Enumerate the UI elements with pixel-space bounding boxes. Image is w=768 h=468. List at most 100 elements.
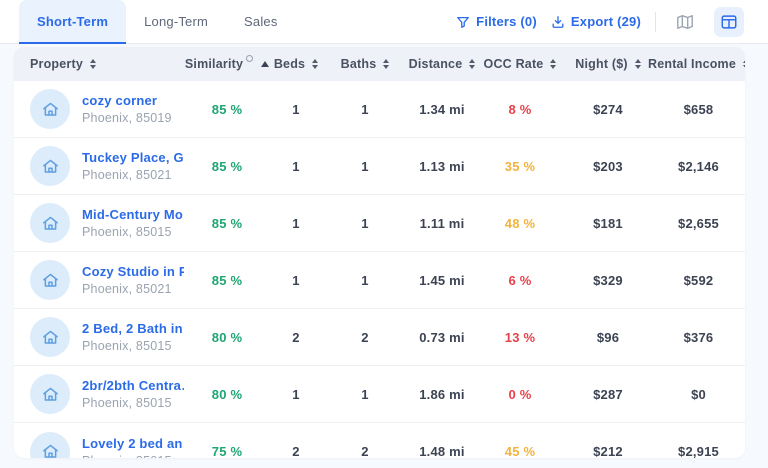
property-location: Phoenix, 85015 — [82, 225, 184, 239]
table-row[interactable]: Tuckey Place, Gr… Phoenix, 85021 85 % 1 … — [14, 138, 745, 195]
home-icon — [41, 385, 60, 404]
column-header-similarity[interactable]: Similarity — [184, 57, 270, 71]
property-name-link[interactable]: Cozy Studio in P… — [82, 264, 184, 279]
column-header-beds[interactable]: Beds — [270, 57, 322, 71]
table-row[interactable]: Lovely 2 bed an… Phoenix, 85015 75 % 2 2… — [14, 423, 745, 458]
property-name-link[interactable]: 2 Bed, 2 Bath in … — [82, 321, 184, 336]
baths-value: 1 — [322, 159, 408, 174]
distance-value: 1.34 mi — [408, 102, 476, 117]
tab-bar: Short-Term Long-Term Sales Filters (0) E… — [0, 0, 768, 44]
similarity-value: 80 % — [184, 387, 270, 402]
beds-value: 1 — [270, 216, 322, 231]
night-value: $329 — [564, 273, 652, 288]
baths-value: 1 — [322, 387, 408, 402]
occ-rate-value: 45 % — [476, 444, 564, 458]
table-row[interactable]: 2 Bed, 2 Bath in … Phoenix, 85015 80 % 2… — [14, 309, 745, 366]
avatar — [30, 432, 70, 459]
occ-rate-value: 35 % — [476, 159, 564, 174]
column-header-property[interactable]: Property — [14, 57, 184, 71]
avatar — [30, 203, 70, 243]
beds-value: 1 — [270, 273, 322, 288]
property-location: Phoenix, 85021 — [82, 168, 184, 182]
night-value: $274 — [564, 102, 652, 117]
table-row[interactable]: cozy corner Phoenix, 85019 85 % 1 1 1.34… — [14, 81, 745, 138]
property-cell: Lovely 2 bed an… Phoenix, 85015 — [14, 432, 184, 459]
avatar — [30, 374, 70, 414]
property-text: Cozy Studio in P… Phoenix, 85021 — [82, 264, 184, 296]
distance-value: 1.45 mi — [408, 273, 476, 288]
baths-value: 2 — [322, 444, 408, 458]
filters-button[interactable]: Filters (0) — [456, 14, 537, 29]
home-icon — [41, 328, 60, 347]
content-area: Property Similarity Beds Baths Distance — [0, 44, 768, 468]
property-location: Phoenix, 85015 — [82, 396, 184, 410]
column-label: Baths — [341, 57, 377, 71]
property-name-link[interactable]: 2br/2bth Centra… — [82, 378, 184, 393]
table-header-row: Property Similarity Beds Baths Distance — [14, 47, 745, 81]
tabs: Short-Term Long-Term Sales — [19, 0, 296, 43]
sort-icon — [90, 59, 96, 69]
home-icon — [41, 100, 60, 119]
home-icon — [41, 442, 60, 458]
sort-icon — [635, 59, 641, 69]
comparables-table: Property Similarity Beds Baths Distance — [14, 47, 745, 458]
similarity-value: 85 % — [184, 273, 270, 288]
sort-icon — [550, 59, 556, 69]
table-row[interactable]: Mid-Century Mo… Phoenix, 85015 85 % 1 1 … — [14, 195, 745, 252]
sort-icon — [743, 59, 745, 69]
distance-value: 1.48 mi — [408, 444, 476, 458]
night-value: $181 — [564, 216, 652, 231]
table-row[interactable]: 2br/2bth Centra… Phoenix, 85015 80 % 1 1… — [14, 366, 745, 423]
property-name-link[interactable]: cozy corner — [82, 93, 172, 108]
table-row[interactable]: Cozy Studio in P… Phoenix, 85021 85 % 1 … — [14, 252, 745, 309]
home-icon — [41, 157, 60, 176]
filters-label: Filters (0) — [476, 14, 537, 29]
rental-income-value: $2,146 — [652, 159, 745, 174]
night-value: $96 — [564, 330, 652, 345]
property-text: Lovely 2 bed an… Phoenix, 85015 — [82, 436, 184, 459]
toolbar-divider — [655, 12, 656, 32]
property-cell: Tuckey Place, Gr… Phoenix, 85021 — [14, 146, 184, 186]
home-icon — [41, 214, 60, 233]
beds-value: 1 — [270, 102, 322, 117]
column-header-baths[interactable]: Baths — [322, 57, 408, 71]
night-value: $287 — [564, 387, 652, 402]
sort-icon — [469, 59, 475, 69]
night-value: $203 — [564, 159, 652, 174]
column-header-occ-rate[interactable]: OCC Rate — [476, 57, 564, 71]
rental-income-value: $376 — [652, 330, 745, 345]
column-header-rental-income[interactable]: Rental Income — [652, 57, 745, 71]
property-name-link[interactable]: Mid-Century Mo… — [82, 207, 184, 222]
property-cell: 2br/2bth Centra… Phoenix, 85015 — [14, 374, 184, 414]
similarity-value: 85 % — [184, 216, 270, 231]
property-location: Phoenix, 85015 — [82, 339, 184, 353]
column-label: Similarity — [185, 57, 243, 71]
property-location: Phoenix, 85019 — [82, 111, 172, 125]
beds-value: 1 — [270, 387, 322, 402]
avatar — [30, 260, 70, 300]
occ-rate-value: 8 % — [476, 102, 564, 117]
column-header-night[interactable]: Night ($) — [564, 57, 652, 71]
property-name-link[interactable]: Lovely 2 bed an… — [82, 436, 184, 451]
table-view-button[interactable] — [714, 7, 744, 37]
rental-income-value: $2,915 — [652, 444, 745, 458]
sort-ascending-icon — [261, 61, 269, 67]
tab-long-term[interactable]: Long-Term — [126, 0, 226, 43]
map-view-button[interactable] — [670, 7, 700, 37]
property-cell: Cozy Studio in P… Phoenix, 85021 — [14, 260, 184, 300]
distance-value: 1.86 mi — [408, 387, 476, 402]
property-name-link[interactable]: Tuckey Place, Gr… — [82, 150, 184, 165]
distance-value: 1.11 mi — [408, 216, 476, 231]
map-icon — [676, 13, 694, 31]
occ-rate-value: 0 % — [476, 387, 564, 402]
occ-rate-value: 48 % — [476, 216, 564, 231]
baths-value: 1 — [322, 102, 408, 117]
tab-sales[interactable]: Sales — [226, 0, 296, 43]
tab-short-term[interactable]: Short-Term — [19, 0, 126, 43]
column-label: Property — [30, 57, 83, 71]
table-body: cozy corner Phoenix, 85019 85 % 1 1 1.34… — [14, 81, 745, 458]
baths-value: 1 — [322, 216, 408, 231]
night-value: $212 — [564, 444, 652, 458]
column-header-distance[interactable]: Distance — [408, 57, 476, 71]
export-button[interactable]: Export (29) — [551, 14, 641, 29]
